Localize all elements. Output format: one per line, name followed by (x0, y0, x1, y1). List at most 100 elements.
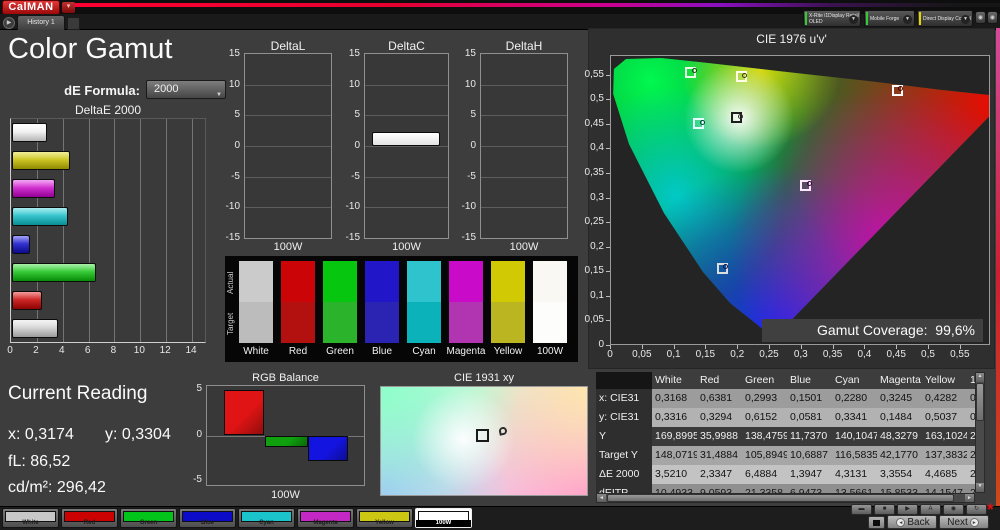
swatch-column-label: 100W (536, 346, 564, 357)
axis-tick-label: -5 (193, 474, 202, 486)
calman-window: CalMAN ▾ ▶ History 1 X-Rite i1Display Re… (0, 0, 1000, 530)
axis-tick-label: 0 (598, 339, 604, 350)
play-button[interactable]: ▶ (897, 504, 918, 515)
axis-tick-label: 6 (84, 345, 91, 356)
bar-100w (12, 123, 47, 142)
next-button[interactable]: Next ► (939, 515, 989, 529)
column-header: Blue (790, 374, 812, 386)
actual-swatch-yellow (491, 261, 525, 302)
cell-value: 0,3294 (700, 411, 733, 423)
bar-gloss (13, 180, 55, 197)
axis-tick-label: 10 (228, 78, 240, 90)
swatch-column-label: Red (288, 346, 308, 357)
pattern-button-red[interactable]: Red (61, 508, 118, 528)
cell-value: 31,4884 (700, 449, 738, 461)
pattern-label: Blue (200, 520, 214, 526)
pattern-label: Yellow (375, 520, 394, 526)
pattern-button-cyan[interactable]: Cyan (238, 508, 295, 528)
hscroll-thumb[interactable] (607, 494, 954, 502)
actual-swatch-magenta (449, 261, 483, 302)
minimize-button[interactable]: ▬ (851, 504, 872, 515)
scroll-left-arrow-icon[interactable]: ◄ (597, 494, 606, 502)
axis-tick-label: 0,3 (590, 191, 604, 203)
chevron-down-icon[interactable]: ▼ (903, 15, 912, 24)
axis-tick-label: 5 (196, 382, 202, 394)
pattern-button-blue[interactable]: Blue (179, 508, 236, 528)
row-label: dEITP (596, 484, 652, 493)
gridline (481, 84, 567, 86)
cell-value: 4,3131 (835, 468, 868, 480)
axis-tick-label: 0,4 (857, 349, 872, 360)
bar-blue (12, 235, 30, 254)
table-horizontal-scrollbar[interactable]: ◄ ► (596, 493, 975, 503)
profile-button[interactable]: A (920, 504, 941, 515)
axis-tick-label: 0,3 (793, 349, 808, 360)
pattern-label: Magenta (313, 520, 338, 526)
cell-value: 0,3168 (655, 392, 688, 404)
reading-y: y: 0,3304 (105, 426, 171, 444)
target-swatch-magenta (449, 302, 483, 343)
scroll-down-arrow-icon[interactable]: ▼ (976, 483, 984, 492)
vscroll-thumb[interactable] (976, 383, 984, 421)
tab-history-1[interactable]: History 1 (17, 15, 65, 30)
cie1976-title: CIE 1976 u'v' (756, 32, 827, 46)
bar-gloss (13, 320, 57, 337)
pattern-button-magenta[interactable]: Magenta (297, 508, 354, 528)
reading-fl-label: fL: (8, 453, 26, 470)
bar-magenta (12, 179, 56, 198)
page-title: Color Gamut (8, 33, 173, 65)
cie1976-plot (610, 55, 990, 345)
axis-tick-label: 10 (133, 345, 145, 356)
axis-tick-label: 0,15 (695, 349, 716, 360)
pattern-button-green[interactable]: Green (120, 508, 177, 528)
calman-logo[interactable]: CalMAN (2, 0, 60, 15)
actual-swatch-blue (365, 261, 399, 302)
display-control-button[interactable]: Direct Display Control ▼ (917, 10, 973, 27)
logo-menu-arrow-icon[interactable]: ▾ (62, 2, 75, 13)
chevron-down-icon[interactable]: ▼ (961, 15, 970, 24)
meter-device-button[interactable]: X-Rite i1Display Retail OLED ▼ (803, 10, 861, 27)
row-label: Target Y (596, 446, 652, 465)
table-row: ΔE 2000 3,5210 2,3347 6,4884 1,3947 4,3131 3,3… (596, 465, 985, 484)
stop-button[interactable]: ■ (874, 504, 895, 515)
window-edge-accent (996, 28, 1000, 520)
axis-tick-label: 0,35 (822, 349, 843, 360)
axis-tick-label: 0,1 (666, 349, 681, 360)
column-header: Green (745, 374, 775, 386)
deltah-plot (480, 53, 568, 239)
round-button-2[interactable]: ◉ (987, 11, 998, 24)
cell-value: 0,1484 (880, 411, 913, 423)
refresh-button[interactable]: ↻ (966, 504, 987, 515)
round-button-1[interactable]: ◉ (975, 11, 986, 24)
measured-dot-magenta (806, 181, 812, 187)
row-label: ΔE 2000 (596, 465, 652, 484)
new-tab-button[interactable] (67, 17, 80, 30)
target-swatch-white (239, 302, 273, 343)
axis-tick-label: 8 (110, 345, 117, 356)
gridline (365, 115, 448, 117)
record-button[interactable]: ◉ (943, 504, 964, 515)
scroll-right-arrow-icon[interactable]: ► (965, 494, 974, 502)
source-device-button[interactable]: Mobile Forge ▼ (864, 10, 915, 27)
deltal-xlabel: 100W (273, 241, 303, 253)
cell-value: 6,4884 (745, 468, 778, 480)
tab-scroll-button[interactable]: ▶ (3, 17, 15, 29)
pattern-button-white[interactable]: White (2, 508, 59, 528)
meter-device-label2: OLED (809, 19, 823, 25)
table-vertical-scrollbar[interactable]: ▲ ▼ (975, 372, 985, 493)
scroll-up-arrow-icon[interactable]: ▲ (976, 373, 984, 382)
column-header: Yellow (925, 374, 955, 386)
chevron-down-icon[interactable]: ▼ (849, 15, 858, 24)
gridline (481, 115, 567, 117)
pattern-button-100w[interactable]: 100W (415, 508, 472, 528)
axis-tick-label: 0 (196, 428, 202, 440)
gridline (365, 84, 448, 86)
axis-tick-label: 0 (354, 140, 360, 151)
back-button[interactable]: ◄ Back (887, 515, 937, 529)
gridline (365, 207, 448, 209)
stop-button[interactable] (868, 516, 885, 529)
pattern-button-yellow[interactable]: Yellow (356, 508, 413, 528)
axis-tick-label: 0 (607, 349, 613, 360)
axis-tick (606, 148, 610, 150)
current-reading-title: Current Reading (8, 383, 148, 404)
